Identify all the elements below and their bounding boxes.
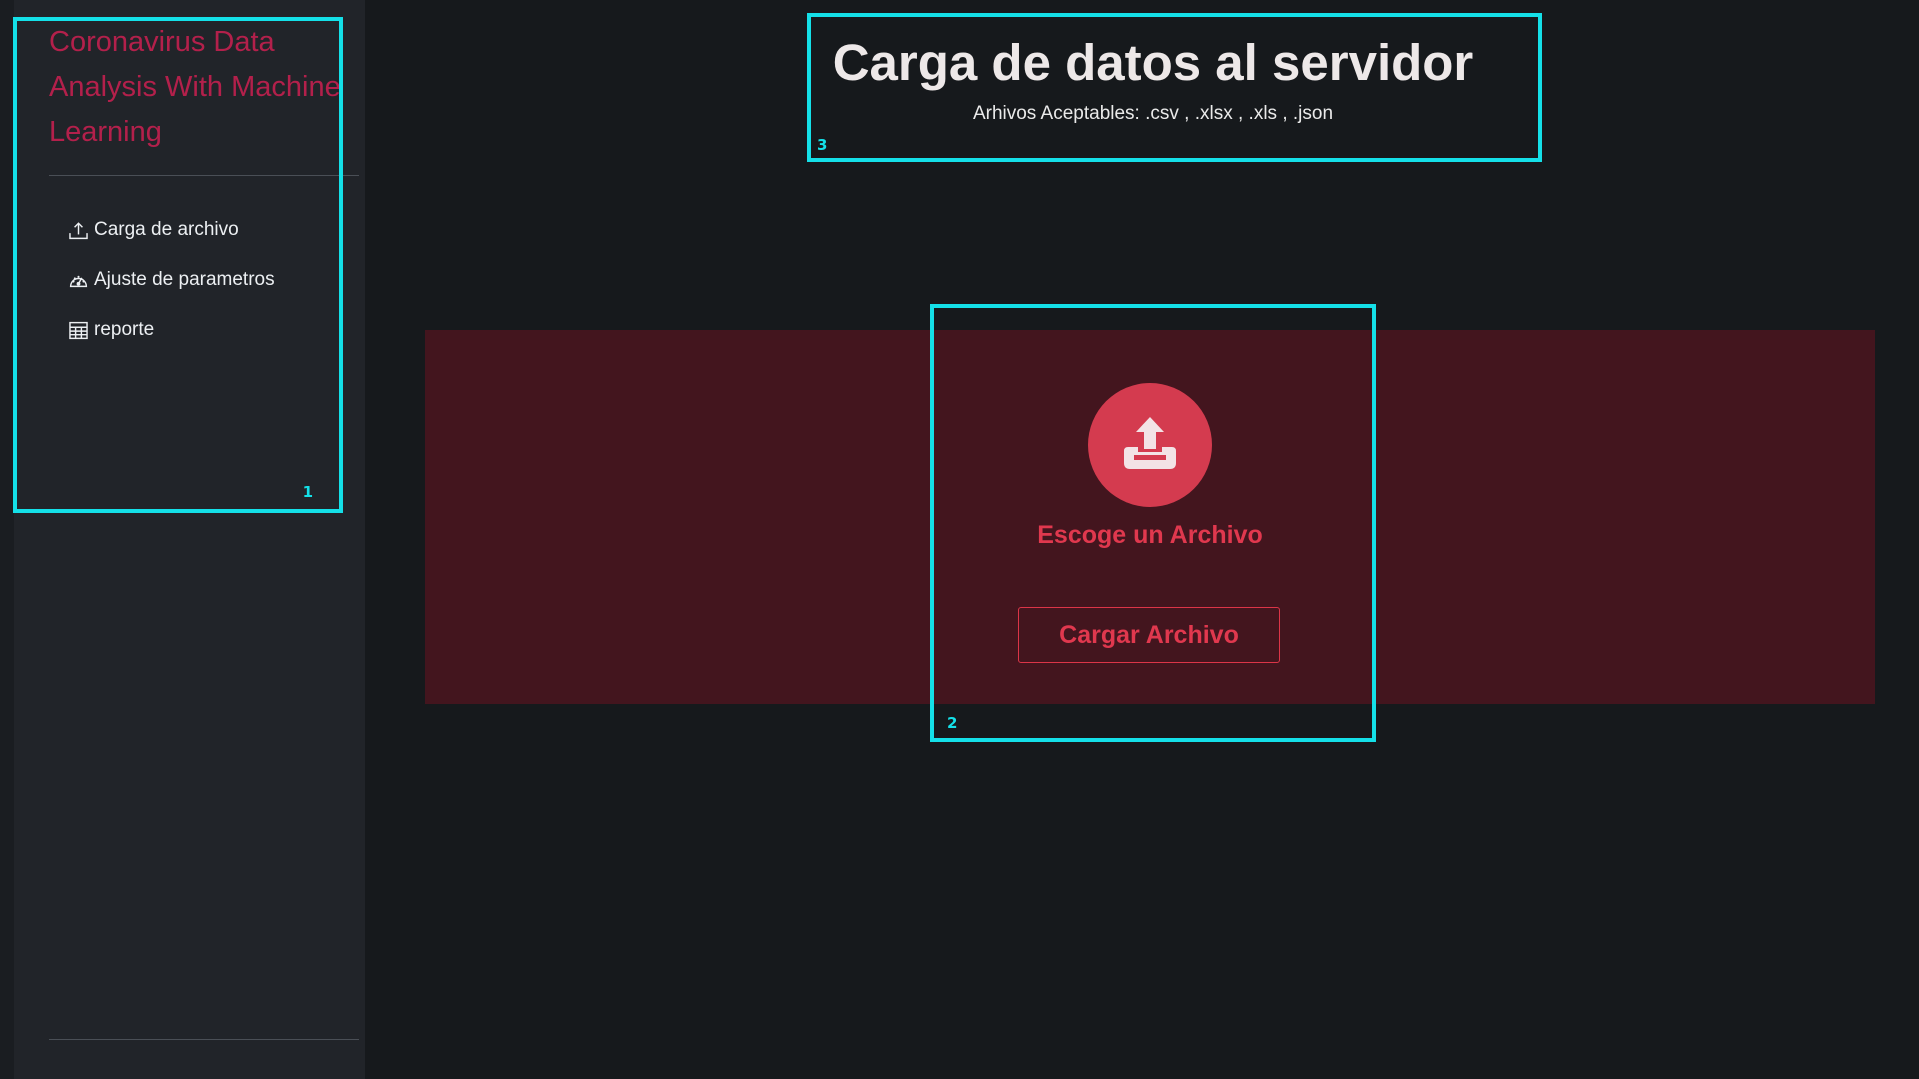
sidebar-item-reporte[interactable]: reporte [67, 305, 357, 355]
sidebar: Coronavirus Data Analysis With Machine L… [14, 0, 365, 1079]
table-icon [67, 319, 89, 341]
sidebar-divider-bottom [49, 1039, 359, 1040]
annotation-label: 3 [817, 136, 828, 154]
sidebar-item-label: Carga de archivo [94, 219, 239, 240]
sidebar-item-label: reporte [94, 319, 155, 340]
app-root: Coronavirus Data Analysis With Machine L… [0, 0, 1919, 1079]
speedometer-icon [67, 269, 89, 291]
inbox-upload-icon [1124, 417, 1176, 469]
accepted-files-text: Arhivos Aceptables: .csv , .xlsx , .xls … [972, 103, 1334, 124]
sidebar-divider-top [49, 175, 359, 176]
choose-file-label[interactable]: Escoge un Archivo [1000, 521, 1300, 550]
sidebar-item-carga-de-archivo[interactable]: Carga de archivo [67, 205, 357, 255]
upload-file-icon-button[interactable] [1088, 383, 1212, 507]
sidebar-nav: Carga de archivo Ajuste de parametros re… [67, 205, 357, 355]
annotation-label: 2 [947, 714, 958, 732]
brand-title: Coronavirus Data Analysis With Machine L… [49, 26, 341, 148]
sidebar-item-label: Ajuste de parametros [94, 269, 275, 290]
window-left-strip [0, 0, 14, 1079]
upload-file-button[interactable]: Cargar Archivo [1018, 607, 1280, 663]
page-title: Carga de datos al servidor [832, 34, 1474, 91]
upload-icon [67, 219, 89, 241]
sidebar-item-ajuste-de-parametros[interactable]: Ajuste de parametros [67, 255, 357, 305]
